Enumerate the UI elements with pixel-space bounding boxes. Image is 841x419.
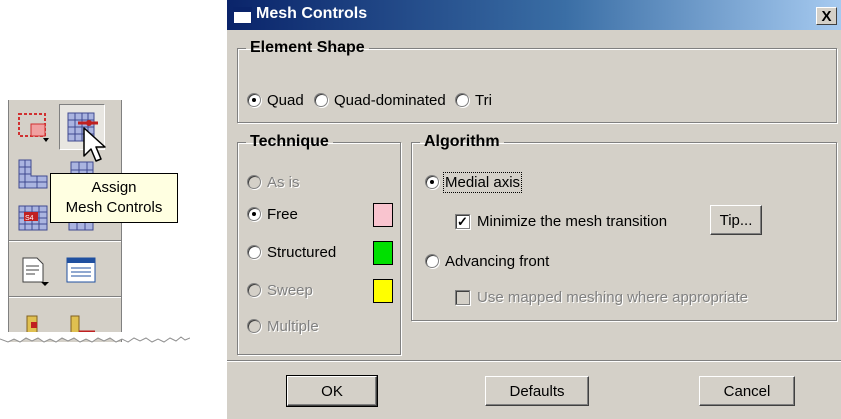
checkbox-indicator: ✓ [455,213,470,229]
tooltip: Assign Mesh Controls [50,173,178,223]
mesh-module-table-button[interactable] [59,248,103,292]
structured-color-swatch [373,241,393,265]
tip-button[interactable]: Tip... [710,205,762,235]
checkbox-label: Use mapped meshing where appropriate [477,288,748,306]
mapped-meshing-checkbox[interactable]: Use mapped meshing where appropriate [455,286,748,308]
free-color-swatch [373,203,393,227]
technique-structured-radio[interactable]: Structured [247,241,336,263]
element-shape-legend: Element Shape [250,39,365,56]
radio-indicator [247,175,261,189]
radio-label: Multiple [267,317,319,335]
radio-label: Medial axis [442,171,523,193]
torn-edge [0,332,190,343]
technique-as-is-radio[interactable]: As is [247,171,300,193]
algorithm-advancing-front-radio[interactable]: Advancing front [425,250,549,272]
cancel-button[interactable]: Cancel [699,376,795,406]
checkbox-label: Minimize the mesh transition [477,212,668,230]
close-button[interactable]: X [816,7,837,25]
button-bar-separator [227,360,841,362]
radio-label: Advancing front [445,252,550,270]
title-bar[interactable]: Mesh Controls X [227,0,841,30]
mesh-module-table-icon [66,257,96,283]
radio-indicator [247,319,261,333]
technique-legend: Technique [250,133,329,150]
query-icon [22,257,49,286]
mesh-edit-icon [70,315,95,334]
ok-button[interactable]: OK [286,375,378,407]
radio-label: Free [267,205,298,223]
radio-indicator [425,254,439,268]
mesh-part-button[interactable]: S4 [11,196,55,240]
algorithm-legend: Algorithm [424,133,500,150]
mesh-part-icon: S4 [18,205,48,231]
radio-label: As is [267,173,300,191]
window-icon [233,7,252,24]
radio-indicator [247,93,261,107]
radio-indicator [247,245,261,259]
radio-indicator [247,283,261,297]
element-shape-quad-dominated-radio[interactable]: Quad-dominated [314,89,446,111]
radio-label: Quad [267,91,304,109]
mesh-edit-button[interactable] [59,304,103,334]
radio-label: Sweep [267,281,313,299]
create-display-group-button[interactable] [11,304,55,334]
technique-multiple-radio[interactable]: Multiple [247,315,319,337]
mesh-controls-dialog: Mesh Controls X Element Shape Quad Quad-… [227,0,841,419]
radio-label: Tri [475,91,492,109]
radio-indicator [425,175,439,189]
tooltip-line-1: Assign [91,179,137,196]
technique-sweep-radio[interactable]: Sweep [247,279,313,301]
query-button[interactable] [11,248,55,292]
seed-part-button[interactable] [11,152,55,196]
toolbox-divider [9,240,121,242]
partition-face-button[interactable] [11,104,55,148]
radio-indicator [455,93,469,107]
tooltip-line-2: Mesh Controls [65,199,163,216]
sweep-color-swatch [373,279,393,303]
technique-free-radio[interactable]: Free [247,203,298,225]
radio-indicator [247,207,261,221]
checkbox-indicator [455,289,470,305]
radio-label: Structured [267,243,337,261]
defaults-button[interactable]: Defaults [485,376,589,406]
svg-text:S4: S4 [25,215,34,222]
create-display-group-icon [26,315,38,334]
element-shape-tri-radio[interactable]: Tri [455,89,492,111]
element-shape-quad-radio[interactable]: Quad [247,89,304,111]
seed-part-icon [18,159,48,189]
algorithm-medial-axis-radio[interactable]: Medial axis [425,171,523,193]
mesh-module-toolbox: S4 Assign Mesh Controls [0,100,190,350]
mouse-pointer-icon [83,127,106,162]
minimize-transition-checkbox[interactable]: ✓ Minimize the mesh transition [455,210,667,232]
radio-label: Quad-dominated [334,91,446,109]
dialog-title: Mesh Controls [256,5,368,22]
radio-indicator [314,93,328,107]
toolbox-divider [9,296,121,298]
partition-face-icon [18,113,49,142]
